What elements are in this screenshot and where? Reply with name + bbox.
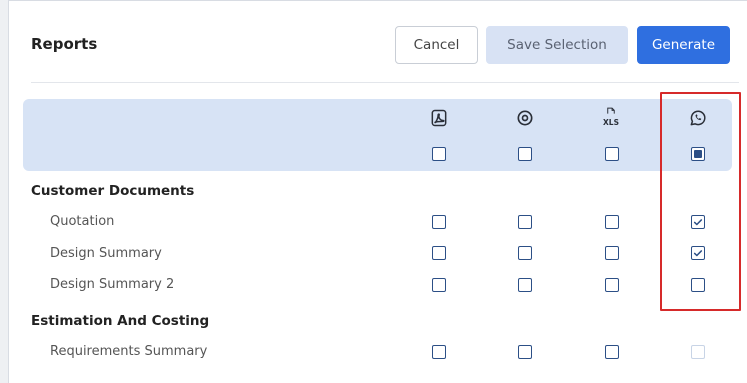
quotation-whatsapp-checkbox[interactable] xyxy=(691,215,705,229)
xls-icon: XLS xyxy=(600,105,622,127)
generate-button[interactable]: Generate xyxy=(637,26,730,64)
eye-icon xyxy=(514,107,536,129)
whatsapp-icon xyxy=(687,107,709,129)
panel-title: Reports xyxy=(31,35,98,53)
select-all-xls-checkbox[interactable] xyxy=(605,147,619,161)
format-header-row xyxy=(23,99,732,171)
design-summary-2-whatsapp-checkbox[interactable] xyxy=(691,278,705,292)
row-label-design-summary: Design Summary xyxy=(50,246,162,261)
row-label-requirements-summary: Requirements Summary xyxy=(50,344,208,359)
design-summary-2-pdf-checkbox[interactable] xyxy=(432,278,446,292)
section-title-estimation-and-costing: Estimation And Costing xyxy=(31,313,210,329)
requirements-summary-whatsapp-checkbox xyxy=(691,345,705,359)
design-summary-whatsapp-checkbox[interactable] xyxy=(691,246,705,260)
save-selection-button[interactable]: Save Selection xyxy=(486,26,628,64)
design-summary-view-checkbox[interactable] xyxy=(518,246,532,260)
select-all-pdf-checkbox[interactable] xyxy=(432,147,446,161)
header-divider xyxy=(31,82,739,83)
design-summary-xls-checkbox[interactable] xyxy=(605,246,619,260)
quotation-xls-checkbox[interactable] xyxy=(605,215,619,229)
design-summary-2-xls-checkbox[interactable] xyxy=(605,278,619,292)
row-label-design-summary-2: Design Summary 2 xyxy=(50,277,175,292)
pdf-icon xyxy=(428,107,450,129)
xls-icon-text: XLS xyxy=(603,117,619,127)
select-all-whatsapp-checkbox[interactable] xyxy=(691,147,705,161)
select-all-view-checkbox[interactable] xyxy=(518,147,532,161)
requirements-summary-view-checkbox[interactable] xyxy=(518,345,532,359)
row-label-quotation: Quotation xyxy=(50,214,115,229)
design-summary-pdf-checkbox[interactable] xyxy=(432,246,446,260)
cancel-button[interactable]: Cancel xyxy=(395,26,478,64)
requirements-summary-pdf-checkbox[interactable] xyxy=(432,345,446,359)
design-summary-2-view-checkbox[interactable] xyxy=(518,278,532,292)
requirements-summary-xls-checkbox[interactable] xyxy=(605,345,619,359)
reports-panel: Reports Cancel Save Selection Generate X… xyxy=(8,0,747,383)
quotation-view-checkbox[interactable] xyxy=(518,215,532,229)
section-title-customer-documents: Customer Documents xyxy=(31,183,195,199)
quotation-pdf-checkbox[interactable] xyxy=(432,215,446,229)
